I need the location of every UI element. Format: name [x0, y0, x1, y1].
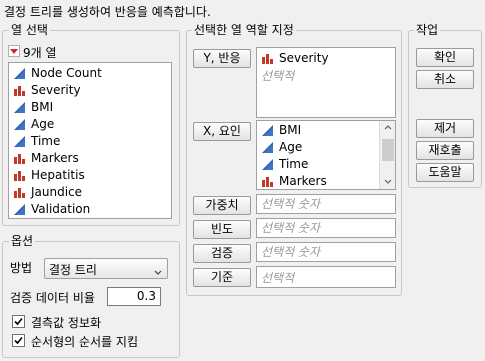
missing-info-label: 결측값 정보화	[31, 316, 102, 330]
continuous-icon	[13, 203, 27, 216]
frequency-button[interactable]: 빈도	[193, 220, 251, 239]
y-response-list[interactable]: Severity 선택적	[256, 47, 396, 118]
validation-ratio-label: 검증 데이터 비율	[10, 291, 95, 305]
weight-button[interactable]: 가중치	[193, 196, 251, 215]
y-response-button[interactable]: Y, 반응	[193, 49, 251, 68]
x-list-scrollbar[interactable]	[379, 121, 395, 189]
validation-field[interactable]: 선택적 숫자	[256, 242, 396, 262]
method-dropdown[interactable]: 결정 트리	[44, 258, 168, 279]
role-assign-title: 선택한 열 역할 지정	[192, 23, 296, 37]
column-list-item-label: Age	[31, 117, 55, 131]
ordinal-order-checkbox[interactable]	[12, 334, 25, 347]
column-select-title: 열 선택	[9, 23, 50, 37]
method-dropdown-value: 결정 트리	[49, 263, 97, 277]
x-factor-item-label: Time	[279, 157, 309, 171]
column-list[interactable]: Node Count Severity BMI Age Time Markers Hepat…	[8, 62, 172, 219]
validation-ratio-input[interactable]: 0.3	[107, 287, 161, 306]
nominal-icon	[13, 169, 27, 182]
column-list-item-label: Hepatitis	[31, 168, 85, 182]
nominal-icon	[13, 84, 27, 97]
remove-button[interactable]: 제거	[416, 119, 474, 138]
x-factor-list[interactable]: BMI Age Time Markers	[256, 120, 396, 190]
y-response-item-label: Severity	[279, 51, 329, 65]
column-count-label: 9개 열	[23, 46, 57, 60]
options-title: 옵션	[9, 234, 36, 248]
continuous-icon	[261, 141, 275, 154]
continuous-icon	[13, 67, 27, 80]
x-factor-item-label: Age	[279, 140, 303, 154]
column-list-item-label: BMI	[31, 100, 54, 114]
x-factor-item-label: Markers	[279, 174, 327, 188]
method-label: 방법	[10, 261, 33, 275]
weight-field[interactable]: 선택적 숫자	[256, 194, 396, 214]
x-factor-item-label: BMI	[279, 123, 302, 137]
column-list-item-label: Jaundice	[31, 185, 83, 199]
column-list-item-label: Markers	[31, 151, 79, 165]
continuous-icon	[13, 135, 27, 148]
column-list-item-label: Node Count	[31, 66, 102, 80]
by-list[interactable]: 선택적	[256, 266, 396, 288]
column-list-item-label: Severity	[31, 83, 81, 97]
by-button[interactable]: 기준	[193, 268, 251, 287]
continuous-icon	[13, 101, 27, 114]
column-list-item-label: Validation	[31, 202, 91, 216]
nominal-icon	[261, 175, 275, 188]
y-response-placeholder: 선택적	[261, 69, 295, 83]
continuous-icon	[261, 124, 275, 137]
missing-info-checkbox[interactable]	[12, 315, 25, 328]
validation-button[interactable]: 검증	[193, 244, 251, 263]
red-triangle-menu-icon[interactable]	[8, 45, 20, 57]
continuous-icon	[261, 158, 275, 171]
actions-title: 작업	[414, 23, 441, 37]
help-button[interactable]: 도움말	[416, 163, 474, 182]
frequency-field[interactable]: 선택적 숫자	[256, 218, 396, 238]
continuous-icon	[13, 118, 27, 131]
recall-button[interactable]: 재호출	[416, 141, 474, 160]
nominal-icon	[261, 52, 275, 65]
cancel-button[interactable]: 취소	[416, 70, 474, 89]
by-placeholder: 선택적	[261, 271, 295, 285]
nominal-icon	[13, 186, 27, 199]
ordinal-order-label: 순서형의 순서를 지킴	[31, 335, 138, 349]
column-list-item-label: Time	[31, 134, 61, 148]
nominal-icon	[13, 152, 27, 165]
dialog-description: 결정 트리를 생성하여 반응을 예측합니다.	[4, 5, 211, 19]
x-factor-button[interactable]: X, 요인	[193, 122, 251, 141]
chevron-down-icon	[154, 265, 162, 279]
ok-button[interactable]: 확인	[416, 48, 474, 67]
